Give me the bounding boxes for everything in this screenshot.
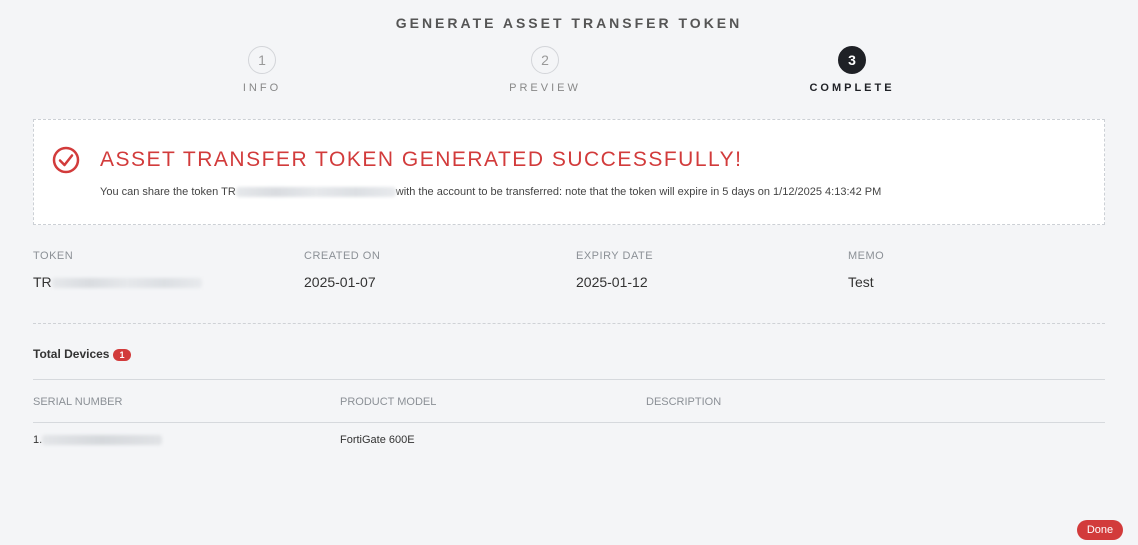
expiry-date-field: EXPIRY DATE 2025-01-12	[576, 250, 653, 290]
step-label: COMPLETE	[809, 82, 895, 94]
column-header-serial-number: SERIAL NUMBER	[33, 396, 123, 408]
created-on-value: 2025-01-07	[304, 274, 376, 290]
memo-value: Test	[848, 274, 874, 290]
table-row: 1. FortiGate 600E	[0, 432, 1138, 450]
message-prefix: You can share the token TR	[100, 186, 236, 198]
created-on-label: CREATED ON	[304, 250, 381, 262]
table-top-border	[33, 379, 1105, 380]
success-message: You can share the token TR with the accou…	[100, 186, 881, 198]
step-label: PREVIEW	[509, 82, 581, 94]
step-number: 1	[248, 46, 276, 74]
redacted-serial-number	[42, 435, 163, 446]
step-complete: 3 COMPLETE	[792, 46, 912, 94]
step-label: INFO	[242, 82, 282, 94]
page-title: GENERATE ASSET TRANSFER TOKEN	[395, 15, 743, 31]
column-header-description: DESCRIPTION	[646, 396, 722, 408]
product-model-cell: FortiGate 600E	[340, 434, 415, 446]
step-number: 2	[531, 46, 559, 74]
success-banner: ASSET TRANSFER TOKEN GENERATED SUCCESSFU…	[33, 119, 1105, 225]
step-number: 3	[838, 46, 866, 74]
device-count-badge: 1	[113, 348, 131, 361]
redacted-token	[235, 187, 396, 198]
token-field: TOKEN TR	[33, 250, 202, 290]
table-header-border	[33, 422, 1105, 423]
message-suffix: with the account to be transferred: note…	[395, 186, 882, 198]
token-prefix: TR	[33, 274, 52, 290]
done-button[interactable]: Done	[1077, 520, 1123, 540]
serial-number-cell: 1.	[33, 434, 163, 446]
section-divider	[33, 323, 1105, 324]
check-circle-icon	[52, 146, 80, 174]
expiry-date-value: 2025-01-12	[576, 274, 648, 290]
step-preview: 2 PREVIEW	[485, 46, 605, 94]
memo-field: MEMO Test	[848, 250, 884, 290]
redacted-token	[51, 278, 202, 289]
token-label: TOKEN	[33, 250, 74, 262]
step-info: 1 INFO	[202, 46, 322, 94]
total-devices-label: Total Devices	[33, 347, 110, 361]
created-on-field: CREATED ON 2025-01-07	[304, 250, 380, 290]
expiry-date-label: EXPIRY DATE	[576, 250, 654, 262]
row-index: 1.	[33, 434, 43, 446]
success-headline: ASSET TRANSFER TOKEN GENERATED SUCCESSFU…	[100, 148, 743, 171]
column-header-product-model: PRODUCT MODEL	[340, 396, 437, 408]
memo-label: MEMO	[848, 250, 885, 262]
token-value: TR	[33, 274, 202, 290]
total-devices-heading: Total Devices 1	[33, 347, 131, 361]
